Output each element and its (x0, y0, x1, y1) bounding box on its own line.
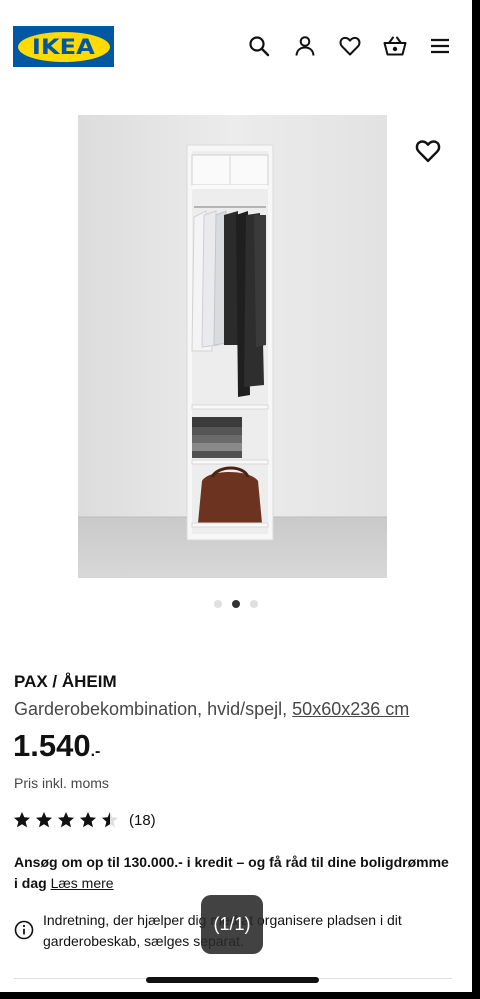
read-more-link[interactable]: Læs mere (51, 875, 114, 891)
basket-icon[interactable] (383, 34, 407, 58)
logo-text: IKEA (32, 34, 95, 59)
logo-oval: IKEA (17, 31, 110, 62)
rating-stars (13, 811, 119, 829)
credit-banner: Ansøg om op til 130.000.- i kredit – og … (14, 852, 454, 894)
measurement-link[interactable]: 50x60x236 cm (292, 699, 409, 719)
price-amount: 1.540 (13, 728, 91, 763)
product-description: Garderobekombination, hvid/spejl, 50x60x… (14, 699, 409, 720)
product-name: PAX / ÅHEIM (14, 672, 117, 691)
user-icon[interactable] (293, 34, 317, 58)
screen-bottom-edge (0, 992, 480, 999)
add-to-favourites-icon[interactable] (414, 137, 442, 165)
header: IKEA (0, 0, 472, 92)
star-icon (102, 812, 118, 828)
gallery-dot[interactable] (214, 600, 222, 608)
star-icon (36, 812, 52, 828)
gallery-dot[interactable] (232, 600, 240, 608)
price-note: Pris inkl. moms (14, 775, 109, 791)
description-text: Garderobekombination, hvid/spejl, (14, 699, 288, 719)
price-suffix: .- (90, 743, 101, 760)
heart-icon[interactable] (338, 34, 362, 58)
product-image[interactable] (78, 115, 387, 578)
home-indicator[interactable] (146, 977, 319, 983)
product-page: IKEA PAX / ÅHEIM Garderobekombination, h… (0, 0, 472, 999)
ikea-logo[interactable]: IKEA (13, 26, 114, 67)
gallery-dot[interactable] (250, 600, 258, 608)
screen-edge (472, 0, 480, 999)
star-icon (80, 812, 96, 828)
price: 1.540.- (13, 728, 100, 764)
rating[interactable]: (18) (13, 809, 156, 831)
review-count: (18) (129, 811, 156, 829)
search-icon[interactable] (247, 34, 271, 58)
star-icon (14, 812, 30, 828)
menu-icon[interactable] (428, 34, 452, 58)
star-icon (58, 812, 74, 828)
info-icon (14, 920, 34, 940)
page-indicator: (1/1) (201, 895, 263, 954)
gallery-pagination (0, 600, 472, 612)
wardrobe-illustration (78, 115, 387, 578)
